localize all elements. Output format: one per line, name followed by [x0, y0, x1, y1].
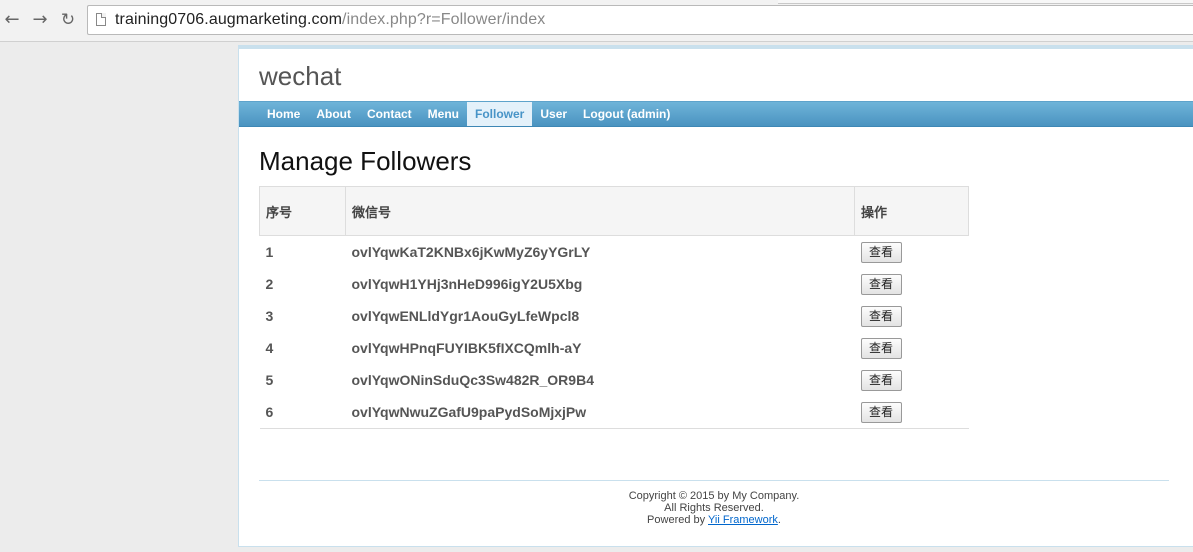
view-button[interactable]: 查看: [860, 273, 902, 295]
browser-toolbar: ← → ↻ training0706.augmarketing.com/inde…: [0, 0, 1193, 42]
footer-powered-prefix: Powered by: [647, 514, 708, 526]
page-title: Manage Followers: [259, 146, 472, 176]
cell-action: 查看: [855, 236, 969, 269]
cell-wechat-id: ovlYqwHPnqFUYIBK5fIXCQmlh-aY: [351, 340, 582, 356]
cell-wechat-id: ovlYqwONinSduQc3Sw482R_OR9B4: [351, 372, 594, 388]
view-button[interactable]: 查看: [860, 401, 902, 423]
grid-header-row: 序号 微信号 操作: [259, 186, 969, 236]
tab-strip-edge: [778, 0, 1193, 4]
footer-rights: All Rights Reserved.: [664, 502, 764, 514]
page-container: wechat Home About Contact Menu Follower …: [238, 45, 1193, 547]
cell-wechat-id: ovlYqwKaT2KNBx6jKwMyZ6yYGrLY: [351, 244, 591, 260]
menu-item-user[interactable]: User: [532, 102, 575, 126]
followers-grid: 序号 微信号 操作 1 ovlYqwKaT2KNBx6jKwMyZ6yYGrLY…: [259, 186, 969, 429]
url-path: /index.php?r=Follower/index: [342, 11, 546, 28]
cell-wechat-id: ovlYqwH1YHj3nHeD996igY2U5Xbg: [351, 276, 583, 292]
footer-divider: [259, 480, 1169, 481]
address-bar[interactable]: training0706.augmarketing.com/index.php?…: [87, 5, 1193, 35]
footer-powered-suffix: .: [777, 514, 781, 526]
table-row: 6 ovlYqwNwuZGafU9paPydSoMjxjPw 查看: [259, 396, 969, 429]
table-row: 1 ovlYqwKaT2KNBx6jKwMyZ6yYGrLY 查看: [260, 236, 969, 269]
main-menu: Home About Contact Menu Follower User Lo…: [239, 101, 1193, 127]
view-button[interactable]: 查看: [860, 305, 902, 327]
cell-wechat-id: ovlYqwNwuZGafU9paPydSoMjxjPw: [345, 396, 855, 429]
table-row: 3 ovlYqwENLldYgr1AouGyLfeWpcl8 查看: [260, 300, 969, 332]
column-header-wechat-id[interactable]: 微信号: [345, 186, 855, 236]
url-text[interactable]: training0706.augmarketing.com/index.php?…: [115, 11, 545, 29]
view-button[interactable]: 查看: [860, 337, 902, 359]
cell-action: 查看: [855, 332, 969, 364]
cell-index: 2: [265, 276, 274, 292]
column-header-action: 操作: [854, 186, 969, 236]
table-row: 4 ovlYqwHPnqFUYIBK5fIXCQmlh-aY 查看: [260, 332, 969, 364]
site-logo: wechat: [259, 61, 342, 91]
view-button[interactable]: 查看: [860, 369, 902, 391]
footer-powered: Powered by Yii Framework.: [259, 514, 1169, 526]
column-header-index[interactable]: 序号: [259, 186, 346, 236]
menu-item-contact[interactable]: Contact: [359, 102, 420, 126]
cell-index: 6: [259, 396, 346, 429]
cell-index: 1: [265, 244, 274, 260]
cell-action: 查看: [854, 396, 969, 429]
cell-index: 5: [265, 372, 274, 388]
yii-framework-link[interactable]: Yii Framework: [708, 514, 778, 526]
cell-action: 查看: [855, 300, 969, 332]
footer-copyright: Copyright © 2015 by My Company.: [628, 490, 800, 502]
menu-item-logout[interactable]: Logout (admin): [575, 102, 678, 126]
footer: Copyright © 2015 by My Company. All Righ…: [259, 490, 1169, 526]
table-row: 5 ovlYqwONinSduQc3Sw482R_OR9B4 查看: [260, 364, 969, 396]
back-arrow-icon[interactable]: ←: [1, 9, 23, 31]
cell-action: 查看: [855, 364, 969, 396]
menu-item-follower[interactable]: Follower: [467, 102, 533, 126]
forward-arrow-icon[interactable]: →: [29, 9, 51, 31]
table-row: 2 ovlYqwH1YHj3nHeD996igY2U5Xbg 查看: [260, 268, 969, 300]
menu-item-menu[interactable]: Menu: [420, 102, 467, 126]
cell-action: 查看: [855, 268, 969, 300]
cell-index: 3: [265, 308, 274, 324]
cell-index: 4: [265, 340, 274, 356]
url-host: training0706.augmarketing.com: [115, 11, 343, 28]
view-button[interactable]: 查看: [860, 241, 902, 263]
menu-item-home[interactable]: Home: [259, 102, 308, 126]
cell-wechat-id: ovlYqwENLldYgr1AouGyLfeWpcl8: [351, 308, 580, 324]
page-icon: [96, 13, 106, 26]
menu-item-about[interactable]: About: [308, 102, 359, 126]
reload-icon[interactable]: ↻: [57, 9, 79, 31]
